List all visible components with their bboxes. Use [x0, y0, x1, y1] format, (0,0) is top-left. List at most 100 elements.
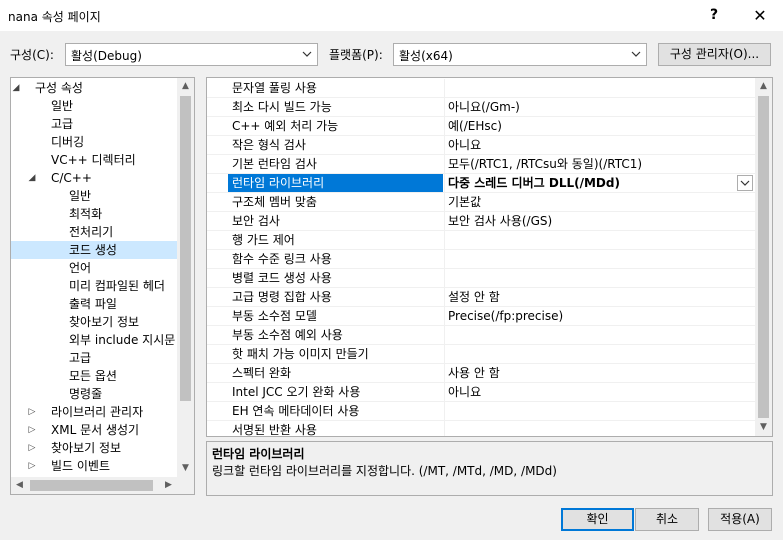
- scroll-up-icon[interactable]: ▲: [755, 78, 772, 95]
- property-row[interactable]: 서명된 반환 사용: [207, 421, 755, 437]
- scroll-right-icon[interactable]: ▶: [160, 477, 177, 494]
- property-row[interactable]: 최소 다시 빌드 가능 아니요(/Gm-): [207, 98, 755, 117]
- collapse-icon[interactable]: ◢: [27, 169, 37, 187]
- scroll-left-icon[interactable]: ◀: [11, 477, 28, 494]
- apply-button[interactable]: 적용(A): [708, 508, 772, 531]
- scroll-up-icon[interactable]: ▲: [177, 78, 194, 95]
- property-row[interactable]: EH 연속 메타데이터 사용: [207, 402, 755, 421]
- property-row[interactable]: 스펙터 완화 사용 안 함: [207, 364, 755, 383]
- grid-scroll-thumb[interactable]: [758, 96, 769, 418]
- property-value[interactable]: [444, 231, 755, 249]
- property-row[interactable]: Intel JCC 오기 완화 사용 아니요: [207, 383, 755, 402]
- platform-select[interactable]: 활성(x64): [393, 43, 647, 66]
- tree-item[interactable]: 외부 include 지시문: [11, 331, 177, 349]
- property-value[interactable]: 사용 안 함: [444, 364, 755, 382]
- property-row[interactable]: 부동 소수점 예외 사용: [207, 326, 755, 345]
- tree-item[interactable]: 모든 옵션: [11, 367, 177, 385]
- config-select[interactable]: 활성(Debug): [65, 43, 318, 66]
- tree-item-label: 외부 include 지시문: [69, 333, 176, 347]
- tree-hscroll-thumb[interactable]: [30, 480, 153, 491]
- property-row[interactable]: C++ 예외 처리 가능 예(/EHsc): [207, 117, 755, 136]
- tree-item-label: 일반: [69, 189, 92, 203]
- tree-item[interactable]: 최적화: [11, 205, 177, 223]
- property-value[interactable]: [444, 421, 755, 436]
- expand-icon[interactable]: ▷: [27, 457, 37, 475]
- property-row[interactable]: 런타임 라이브러리 다중 스레드 디버그 DLL(/MDd): [207, 174, 755, 193]
- property-name: 서명된 반환 사용: [232, 423, 317, 437]
- property-name: 보안 검사: [232, 214, 280, 228]
- tree-item[interactable]: ▷ 라이브러리 관리자: [11, 403, 177, 421]
- expand-icon[interactable]: ▷: [27, 421, 37, 439]
- tree-item[interactable]: 고급: [11, 349, 177, 367]
- property-value[interactable]: 기본값: [444, 193, 755, 211]
- property-value[interactable]: [444, 326, 755, 344]
- help-button[interactable]: ?: [691, 0, 737, 31]
- property-value[interactable]: 보안 검사 사용(/GS): [444, 212, 755, 230]
- property-row[interactable]: 문자열 풀링 사용: [207, 79, 755, 98]
- tree-item[interactable]: VC++ 디렉터리: [11, 151, 177, 169]
- property-value[interactable]: 설정 안 함: [444, 288, 755, 306]
- property-value[interactable]: 아니요(/Gm-): [444, 98, 755, 116]
- property-row[interactable]: 핫 패치 가능 이미지 만들기: [207, 345, 755, 364]
- scroll-down-icon[interactable]: ▼: [177, 460, 194, 477]
- property-row[interactable]: 고급 명령 집합 사용 설정 안 함: [207, 288, 755, 307]
- property-row[interactable]: 행 가드 제어: [207, 231, 755, 250]
- config-manager-button[interactable]: 구성 관리자(O)...: [658, 43, 771, 66]
- property-row[interactable]: 병렬 코드 생성 사용: [207, 269, 755, 288]
- tree-item[interactable]: 언어: [11, 259, 177, 277]
- property-value[interactable]: 예(/EHsc): [444, 117, 755, 135]
- cancel-button[interactable]: 취소: [635, 508, 699, 531]
- tree-item[interactable]: 코드 생성: [11, 241, 177, 259]
- property-row[interactable]: 함수 수준 링크 사용: [207, 250, 755, 269]
- tree-scroll-thumb[interactable]: [180, 96, 191, 401]
- property-value[interactable]: 아니요: [444, 136, 755, 154]
- property-tree[interactable]: ◢ 구성 속성 일반 고급 디버깅 VC++ 디렉터리 ◢ C/C++ 일반 최적화 전처리기 코드 …: [10, 77, 195, 495]
- collapse-icon[interactable]: ◢: [11, 79, 21, 97]
- tree-item[interactable]: ▷ 빌드 이벤트: [11, 457, 177, 475]
- property-row[interactable]: 구조체 멤버 맞춤 기본값: [207, 193, 755, 212]
- tree-item[interactable]: 미리 컴파일된 헤더: [11, 277, 177, 295]
- property-value[interactable]: 아니요: [444, 383, 755, 401]
- tree-item-label: 최적화: [69, 207, 103, 221]
- close-button[interactable]: ✕: [737, 0, 783, 31]
- tree-item[interactable]: 일반: [11, 97, 177, 115]
- ok-button[interactable]: 확인: [561, 508, 634, 531]
- tree-vertical-scrollbar[interactable]: ▲ ▼: [177, 78, 194, 477]
- tree-item-label: 미리 컴파일된 헤더: [69, 279, 165, 293]
- property-dropdown-button[interactable]: [737, 175, 753, 191]
- tree-item[interactable]: ▷ XML 문서 생성기: [11, 421, 177, 439]
- tree-item-label: C/C++: [51, 171, 92, 185]
- tree-item[interactable]: 일반: [11, 187, 177, 205]
- property-value[interactable]: [444, 250, 755, 268]
- expand-icon[interactable]: ▷: [27, 403, 37, 421]
- tree-item[interactable]: 전처리기: [11, 223, 177, 241]
- property-row[interactable]: 부동 소수점 모델 Precise(/fp:precise): [207, 307, 755, 326]
- property-grid[interactable]: 문자열 풀링 사용 최소 다시 빌드 가능 아니요(/Gm-) C++ 예외 처리 가…: [206, 77, 773, 437]
- property-value[interactable]: [444, 345, 755, 363]
- grid-vertical-scrollbar[interactable]: ▲ ▼: [755, 78, 772, 436]
- tree-item[interactable]: 명령줄: [11, 385, 177, 403]
- property-value[interactable]: [444, 269, 755, 287]
- property-row[interactable]: 보안 검사 보안 검사 사용(/GS): [207, 212, 755, 231]
- tree-item-label: 찾아보기 정보: [69, 315, 140, 329]
- tree-item[interactable]: ▷ 찾아보기 정보: [11, 439, 177, 457]
- tree-item[interactable]: 디버깅: [11, 133, 177, 151]
- property-row[interactable]: 기본 런타임 검사 모두(/RTC1, /RTCsu와 동일)(/RTC1): [207, 155, 755, 174]
- expand-icon[interactable]: ▷: [27, 439, 37, 457]
- property-row[interactable]: 작은 형식 검사 아니요: [207, 136, 755, 155]
- property-value[interactable]: [444, 402, 755, 420]
- tree-item[interactable]: 출력 파일: [11, 295, 177, 313]
- tree-item[interactable]: ◢ C/C++: [11, 169, 177, 187]
- tree-horizontal-scrollbar[interactable]: ◀ ▶: [11, 477, 194, 494]
- tree-item[interactable]: 찾아보기 정보: [11, 313, 177, 331]
- tree-item[interactable]: 고급: [11, 115, 177, 133]
- property-value[interactable]: 다중 스레드 디버그 DLL(/MDd): [444, 174, 755, 192]
- tree-item[interactable]: ◢ 구성 속성: [11, 79, 177, 97]
- property-name: 병렬 코드 생성 사용: [232, 271, 332, 285]
- config-label: 구성(C):: [10, 48, 54, 62]
- description-panel: 런타임 라이브러리 링크할 런타임 라이브러리를 지정합니다. (/MT, /M…: [206, 441, 773, 496]
- property-value[interactable]: Precise(/fp:precise): [444, 307, 755, 325]
- property-value[interactable]: 모두(/RTC1, /RTCsu와 동일)(/RTC1): [444, 155, 755, 173]
- property-value[interactable]: [444, 79, 755, 97]
- scroll-down-icon[interactable]: ▼: [755, 419, 772, 436]
